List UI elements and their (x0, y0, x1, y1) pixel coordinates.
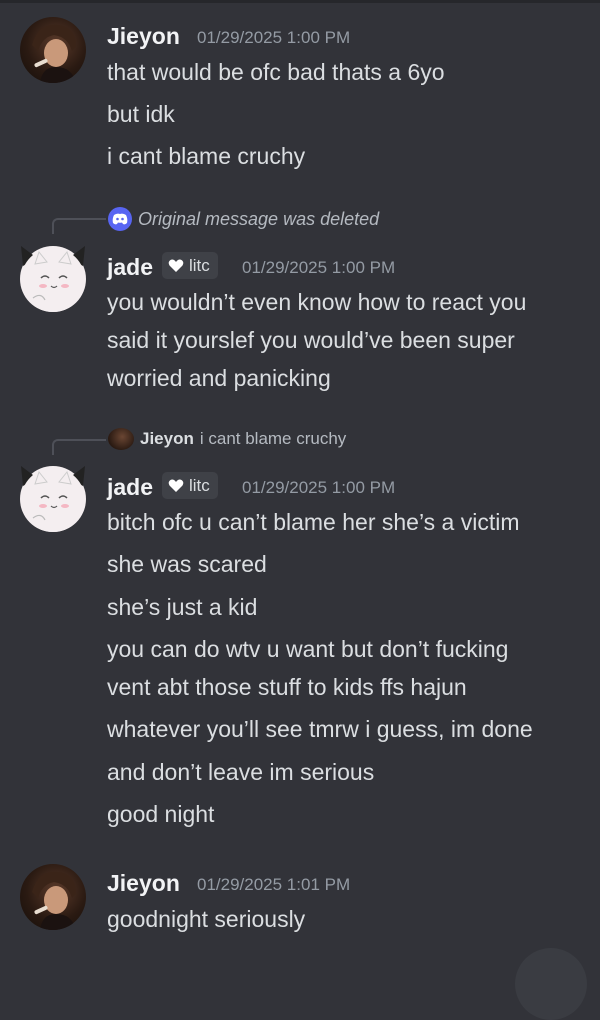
server-tag[interactable]: litc (162, 472, 218, 499)
heart-icon (168, 259, 184, 272)
message-line: and don’t leave im serious (107, 759, 375, 785)
message-author[interactable]: Jieyon (107, 23, 180, 50)
message-line: bitch ofc u can’t blame her she’s a vict… (107, 509, 520, 535)
message-line: vent abt those stuff to kids ffs hajun (107, 674, 467, 700)
message-line: she’s just a kid (107, 594, 258, 620)
cat-avatar-image (21, 466, 85, 532)
reply-deleted-text: Original message was deleted (138, 208, 380, 229)
reply-connector (52, 439, 106, 455)
floating-action-button[interactable] (515, 948, 587, 1020)
message-timestamp: 01/29/2025 1:01 PM (197, 875, 351, 894)
heart-icon (168, 479, 184, 492)
reply-snippet: i cant blame cruchy (199, 429, 347, 448)
reply-author-avatar (108, 428, 134, 450)
message-timestamp: 01/29/2025 1:00 PM (242, 258, 396, 277)
message-author[interactable]: jade (107, 254, 153, 281)
message-line: she was scared (107, 551, 267, 577)
message-timestamp: 01/29/2025 1:00 PM (242, 478, 396, 497)
message-line: that would be ofc bad thats a 6yo (107, 59, 445, 85)
reply-preview[interactable]: Original message was deleted (108, 207, 379, 231)
message-line: whatever you’ll see tmrw i guess, im don… (107, 716, 533, 742)
message-line: good night (107, 801, 215, 827)
avatar[interactable] (20, 246, 86, 312)
discord-logo-icon (108, 207, 132, 231)
reply-connector (52, 218, 106, 234)
server-tag[interactable]: litc (162, 252, 218, 279)
message-line: i cant blame cruchy (107, 143, 306, 169)
message-timestamp: 01/29/2025 1:00 PM (197, 28, 351, 47)
avatar[interactable] (20, 466, 86, 532)
avatar-image (32, 871, 76, 930)
server-tag-label: litc (189, 255, 210, 275)
message-author[interactable]: Jieyon (107, 870, 180, 897)
message-line: goodnight seriously (107, 906, 306, 932)
message-line: you can do wtv u want but don’t fucking (107, 636, 509, 662)
message-author[interactable]: jade (107, 474, 153, 501)
avatar[interactable] (20, 864, 86, 930)
message-line: you wouldn’t even know how to react you (107, 289, 527, 315)
reply-author: Jieyon (140, 429, 194, 448)
reply-preview[interactable]: Jieyon i cant blame cruchy (108, 428, 346, 450)
message-line: said it yourslef you would’ve been super (107, 327, 515, 353)
avatar[interactable] (20, 17, 86, 83)
cat-avatar-image (21, 246, 85, 312)
avatar-image (32, 24, 76, 83)
top-divider (0, 0, 600, 3)
message-line: worried and panicking (107, 365, 331, 391)
server-tag-label: litc (189, 475, 210, 495)
message-line: but idk (107, 101, 175, 127)
